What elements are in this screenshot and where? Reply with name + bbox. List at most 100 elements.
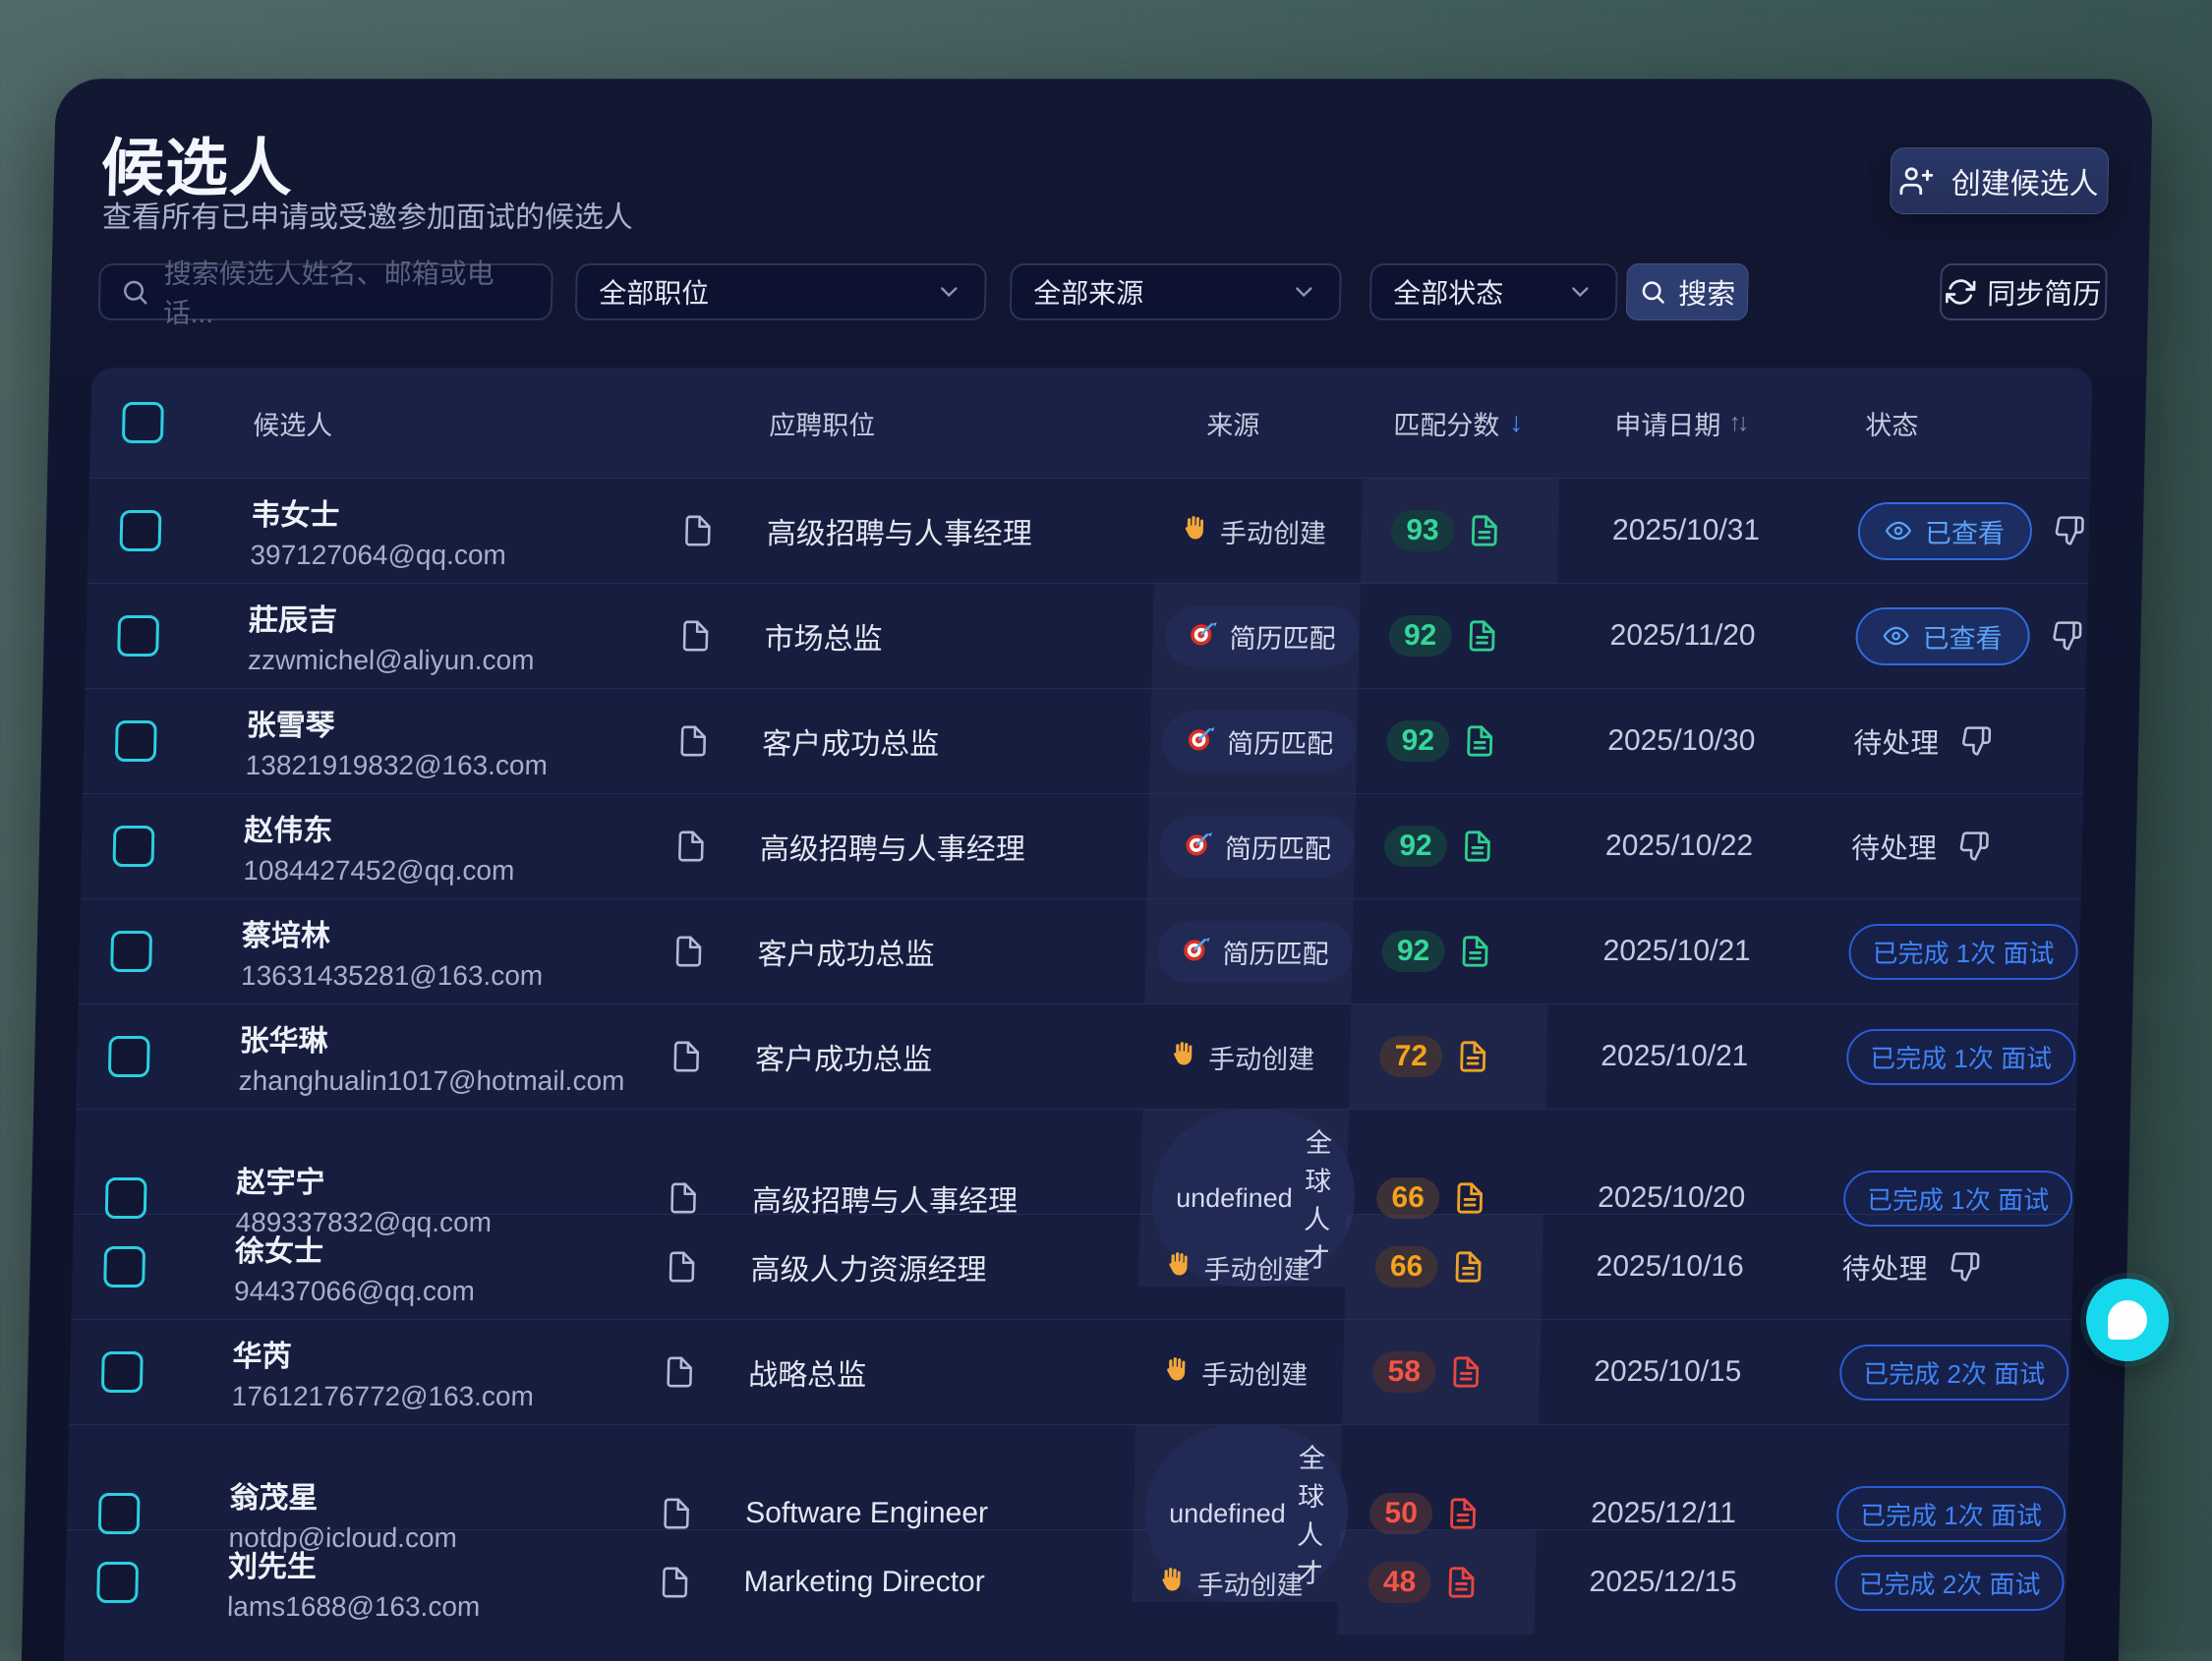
thumbs-down-icon[interactable] (2051, 620, 2083, 652)
resume-file-icon[interactable] (681, 514, 716, 547)
row-checkbox[interactable] (96, 1562, 139, 1603)
applied-position: 高级招聘与人事经理 (731, 479, 1156, 583)
row-checkbox[interactable] (114, 720, 156, 762)
resume-file-icon[interactable] (667, 1181, 701, 1215)
row-checkbox[interactable] (117, 615, 159, 657)
score-report-icon[interactable] (1446, 1497, 1481, 1530)
table-row[interactable]: 莊辰吉zzwmichel@aliyun.com市场总监简历匹配922025/11… (85, 583, 2087, 688)
table-header-row: 候选人 应聘职位 来源 匹配分数 ↓ 申请日期 ↑↓ 状态 (89, 368, 2092, 478)
score-report-icon[interactable] (1449, 1355, 1484, 1389)
candidate-email: lams1688@163.com (227, 1591, 481, 1623)
status-badge-interviews-done: 已完成 2次 面试 (1834, 1555, 2065, 1611)
application-date: 2025/10/16 (1541, 1215, 1808, 1319)
table-row[interactable]: 徐女士94437066@qq.com高级人力资源经理手动创建662025/10/… (71, 1214, 2073, 1319)
thumbs-down-icon[interactable] (2090, 1356, 2093, 1388)
column-header-source[interactable]: 来源 (1156, 368, 1365, 478)
candidate-name: 赵宇宁 (236, 1158, 493, 1201)
create-candidate-button[interactable]: 创建候选人 (1890, 147, 2109, 214)
resume-file-icon[interactable] (678, 619, 713, 653)
chevron-down-icon (1290, 278, 1318, 306)
table-row[interactable]: 张华琳zhanghualin1017@hotmail.com客户成功总监手动创建… (76, 1003, 2078, 1109)
filter-position-select[interactable]: 全部职位 (575, 263, 987, 320)
column-header-candidate[interactable]: 候选人 (193, 368, 735, 478)
sort-descending-icon[interactable]: ↓ (1509, 407, 1524, 438)
applied-position: 客户成功总监 (722, 899, 1146, 1003)
search-button[interactable]: 搜索 (1626, 263, 1749, 320)
score-report-icon[interactable] (1456, 1040, 1490, 1073)
resume-file-icon[interactable] (658, 1566, 692, 1599)
column-header-date[interactable]: 申请日期 ↑↓ (1559, 368, 1827, 478)
search-input[interactable]: 搜索候选人姓名、邮箱或电话... (98, 263, 553, 320)
application-date: 2025/10/21 (1547, 899, 1815, 1003)
source-tag: 简历匹配 (1162, 711, 1358, 773)
search-placeholder: 搜索候选人姓名、邮箱或电话... (162, 253, 532, 331)
resume-file-icon[interactable] (663, 1355, 697, 1389)
column-header-score[interactable]: 匹配分数 ↓ (1363, 368, 1561, 478)
sync-resumes-button[interactable]: 同步简历 (1940, 263, 2108, 320)
status-badge-interviews-done: 已完成 2次 面试 (1839, 1345, 2069, 1401)
resume-file-icon[interactable] (665, 1250, 699, 1284)
candidate-email: 1084427452@qq.com (243, 855, 515, 887)
score-report-icon[interactable] (1453, 1181, 1487, 1215)
candidates-panel: 候选人 查看所有已申请或受邀参加面试的候选人 创建候选人 搜索候选人姓名、邮箱或… (22, 79, 2153, 1661)
table-row[interactable]: 赵宇宁489337832@qq.com高级招聘与人事经理undefined全球人… (74, 1109, 2076, 1214)
application-date: 2025/10/21 (1545, 1004, 1813, 1109)
candidate-name: 韦女士 (251, 490, 507, 534)
sort-toggle-icon[interactable]: ↑↓ (1728, 409, 1746, 437)
resume-file-icon[interactable] (674, 830, 709, 863)
table-row[interactable]: 赵伟东1084427452@qq.com高级招聘与人事经理简历匹配922025/… (81, 793, 2083, 898)
table-row[interactable]: 蔡培林13631435281@163.com客户成功总监简历匹配922025/1… (78, 898, 2080, 1003)
source-tag: 手动创建 (1143, 1564, 1304, 1602)
resume-file-icon[interactable] (669, 1040, 704, 1073)
score-report-icon[interactable] (1468, 514, 1502, 547)
row-checkbox[interactable] (100, 1351, 143, 1393)
score-report-icon[interactable] (1444, 1566, 1479, 1599)
candidate-email: 397127064@qq.com (250, 540, 506, 571)
table-row[interactable]: 刘先生lams1688@163.comMarketing Director手动创… (64, 1529, 2066, 1634)
thumbs-down-icon[interactable] (1960, 725, 1993, 757)
chat-widget-button[interactable] (2086, 1279, 2169, 1361)
row-checkbox[interactable] (97, 1493, 140, 1534)
chevron-down-icon (935, 278, 963, 306)
application-date: 2025/10/31 (1557, 479, 1825, 583)
resume-file-icon[interactable] (671, 935, 706, 968)
match-score-badge: 92 (1381, 931, 1445, 972)
select-all-checkbox[interactable] (121, 402, 163, 443)
row-checkbox[interactable] (104, 1177, 146, 1219)
table-row[interactable]: 华芮17612176772@163.com战略总监手动创建582025/10/1… (69, 1319, 2071, 1424)
candidate-email: 13631435281@163.com (241, 960, 544, 992)
row-checkbox[interactable] (107, 1036, 149, 1077)
score-report-icon[interactable] (1458, 935, 1492, 968)
status-badge-interviews-done: 已完成 1次 面试 (1846, 1029, 2076, 1085)
score-report-icon[interactable] (1465, 619, 1499, 653)
score-report-icon[interactable] (1463, 724, 1497, 758)
candidate-email: zzwmichel@aliyun.com (248, 645, 535, 676)
thumbs-down-icon[interactable] (1958, 830, 1991, 862)
match-score-badge: 92 (1384, 826, 1448, 867)
score-report-icon[interactable] (1451, 1250, 1485, 1284)
target-icon (1184, 829, 1214, 865)
source-tag: 手动创建 (1155, 1038, 1315, 1076)
table-row[interactable]: 翁茂星notdp@icloud.comSoftware Engineerunde… (67, 1424, 2069, 1529)
thumbs-down-icon[interactable] (2087, 1498, 2093, 1529)
row-checkbox[interactable] (112, 826, 154, 867)
row-checkbox[interactable] (119, 510, 161, 551)
table-row[interactable]: 韦女士397127064@qq.com高级招聘与人事经理手动创建932025/1… (87, 478, 2090, 583)
thumbs-down-icon[interactable] (2054, 515, 2086, 546)
resume-file-icon[interactable] (660, 1497, 694, 1530)
source-tag: 手动创建 (1148, 1353, 1309, 1392)
row-checkbox[interactable] (110, 931, 152, 972)
row-checkbox[interactable] (103, 1246, 146, 1288)
column-header-status[interactable]: 状态 (1825, 368, 2092, 478)
table-row[interactable]: 张雪琴13821919832@163.com客户成功总监简历匹配922025/1… (83, 688, 2085, 793)
score-report-icon[interactable] (1461, 830, 1495, 863)
eye-icon (1883, 623, 1909, 649)
filter-status-select[interactable]: 全部状态 (1369, 263, 1618, 320)
filter-source-select[interactable]: 全部来源 (1010, 263, 1342, 320)
match-score-badge: 72 (1379, 1036, 1443, 1077)
resume-file-icon[interactable] (676, 724, 711, 758)
chat-bubble-icon (2108, 1300, 2147, 1340)
column-header-position[interactable]: 应聘职位 (733, 368, 1158, 478)
thumbs-down-icon[interactable] (1949, 1251, 1981, 1283)
thumbs-down-icon[interactable] (2085, 1567, 2092, 1598)
